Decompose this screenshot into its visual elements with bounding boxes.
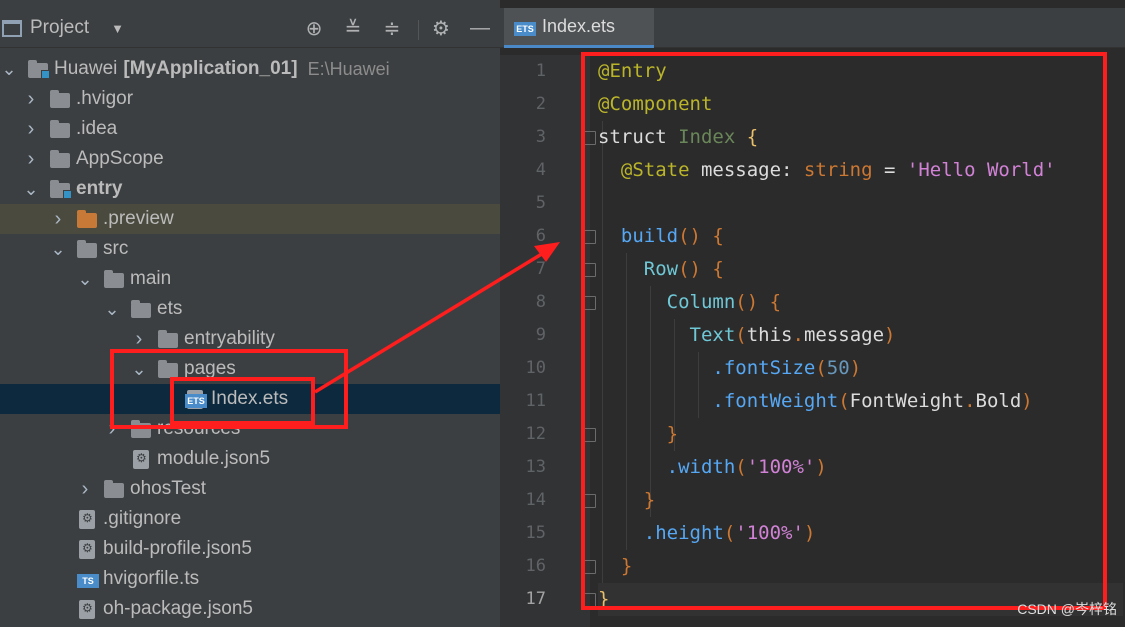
project-view-selector[interactable]: Project ▼ xyxy=(2,17,124,39)
line-number-gutter[interactable]: 1 2 3 4 5 6 7 8 9 10 11 12 13 14 15 16 17 xyxy=(500,55,596,627)
tree-item-label: src xyxy=(103,238,129,259)
tree-item-label: module.json5 xyxy=(157,448,271,469)
gitignore-file-icon xyxy=(77,509,97,529)
ets-file-icon: ETS xyxy=(514,21,536,36)
chevron-right-icon[interactable]: › xyxy=(22,88,40,111)
json-file-icon xyxy=(77,539,97,559)
project-panel-header: Project ▼ ⊕ ≚ ≑ ⚙ — xyxy=(0,6,500,48)
project-panel-icon xyxy=(2,19,22,37)
tree-item-label: entryability xyxy=(184,328,275,349)
module-folder-icon xyxy=(50,179,72,199)
tree-item-label: main xyxy=(130,268,172,289)
project-path: E:\Huawei xyxy=(307,58,390,79)
tree-item[interactable]: › .hvigor xyxy=(0,84,500,114)
orange-folder-icon xyxy=(77,209,97,229)
tree-item[interactable]: › .preview xyxy=(0,204,500,234)
locate-icon[interactable]: ⊕ xyxy=(301,15,327,41)
line-number: 9 xyxy=(535,325,546,345)
ts-file-icon: TS xyxy=(77,569,99,589)
line-number: 17 xyxy=(525,589,546,609)
tree-item-label: Huawei xyxy=(54,58,118,79)
tab-index-ets[interactable]: ETS Index.ets xyxy=(504,8,654,48)
line-number: 13 xyxy=(525,457,546,477)
chevron-right-icon[interactable]: › xyxy=(22,118,40,141)
project-name: [MyApplication_01] xyxy=(123,58,298,79)
collapse-all-icon[interactable]: ≑ xyxy=(379,15,405,41)
line-number: 7 xyxy=(535,259,546,279)
tree-item[interactable]: ⌄ src xyxy=(0,234,500,264)
chevron-down-icon[interactable]: ▼ xyxy=(111,21,124,36)
line-number: 10 xyxy=(525,358,546,378)
tree-item-label: oh-package.json5 xyxy=(103,598,253,619)
tree-item-label: ohosTest xyxy=(130,478,207,499)
folder-icon xyxy=(104,479,124,499)
line-number: 15 xyxy=(525,523,546,543)
json-file-icon xyxy=(131,449,151,469)
line-number: 12 xyxy=(525,424,546,444)
line-number: 14 xyxy=(525,490,546,510)
tree-item[interactable]: ›.gitignore xyxy=(0,504,500,534)
tree-item-label: .preview xyxy=(103,208,174,229)
line-number: 1 xyxy=(535,61,546,81)
line-number: 8 xyxy=(535,292,546,312)
tree-item-label: .gitignore xyxy=(103,508,182,529)
annotation-box-code xyxy=(581,52,1107,610)
line-number: 2 xyxy=(535,94,546,114)
chevron-down-icon[interactable]: ⌄ xyxy=(49,240,67,258)
folder-icon xyxy=(77,239,97,259)
chevron-right-icon[interactable]: › xyxy=(130,328,148,351)
tree-item-label: entry xyxy=(76,178,123,199)
tree-item-label: .idea xyxy=(76,118,118,139)
tab-label: Index.ets xyxy=(542,16,616,36)
tree-item[interactable]: ⌄ main xyxy=(0,264,500,294)
annotation-box-index-ets xyxy=(170,377,315,425)
tree-item-label: build-profile.json5 xyxy=(103,538,252,559)
toolbar-divider xyxy=(418,20,419,40)
expand-all-icon[interactable]: ≚ xyxy=(340,15,366,41)
tree-item[interactable]: › ohosTest xyxy=(0,474,500,504)
folder-icon xyxy=(50,119,70,139)
project-panel: Project ▼ ⊕ ≚ ≑ ⚙ — ⌄ Huawei [MyApplicatio… xyxy=(0,0,500,627)
tree-item-label: AppScope xyxy=(76,148,164,169)
line-number: 6 xyxy=(535,226,546,246)
minimize-icon[interactable]: — xyxy=(467,15,493,41)
folder-icon xyxy=(158,329,178,349)
editor-tab-bar: ETS Index.ets xyxy=(500,8,1125,48)
project-panel-title: Project xyxy=(30,17,90,38)
line-number: 3 xyxy=(535,127,546,147)
gear-icon[interactable]: ⚙ xyxy=(428,15,454,41)
chevron-down-icon[interactable]: ⌄ xyxy=(103,300,121,318)
tree-item[interactable]: ›build-profile.json5 xyxy=(0,534,500,564)
line-number: 16 xyxy=(525,556,546,576)
tree-item[interactable]: ›module.json5 xyxy=(0,444,500,474)
tree-item-label: .hvigor xyxy=(76,88,134,109)
module-folder-icon xyxy=(28,59,50,79)
chevron-right-icon[interactable]: › xyxy=(49,208,67,231)
folder-icon xyxy=(104,269,124,289)
line-number: 5 xyxy=(535,193,546,213)
tree-item[interactable]: ›TShvigorfile.ts xyxy=(0,564,500,594)
chevron-down-icon[interactable]: ⌄ xyxy=(0,60,18,78)
json-file-icon xyxy=(77,599,97,619)
tree-item[interactable]: › .idea xyxy=(0,114,500,144)
folder-icon xyxy=(50,149,70,169)
line-number: 4 xyxy=(535,160,546,180)
tree-item[interactable]: ⌄ Huawei [MyApplication_01] E:\Huawei xyxy=(0,54,500,84)
chevron-down-icon[interactable]: ⌄ xyxy=(22,180,40,198)
watermark: CSDN @岑梓铭 xyxy=(1017,601,1117,617)
tree-item[interactable]: ⌄ entry xyxy=(0,174,500,204)
chevron-right-icon[interactable]: › xyxy=(76,478,94,501)
tree-item-label: ets xyxy=(157,298,183,319)
chevron-down-icon[interactable]: ⌄ xyxy=(76,270,94,288)
tree-item[interactable]: › AppScope xyxy=(0,144,500,174)
folder-icon xyxy=(50,89,70,109)
chevron-right-icon[interactable]: › xyxy=(22,148,40,171)
tree-item-label: hvigorfile.ts xyxy=(103,568,200,589)
tree-item[interactable]: ›oh-package.json5 xyxy=(0,594,500,624)
folder-icon xyxy=(131,299,151,319)
line-number: 11 xyxy=(525,391,546,411)
tree-item[interactable]: ⌄ ets xyxy=(0,294,500,324)
